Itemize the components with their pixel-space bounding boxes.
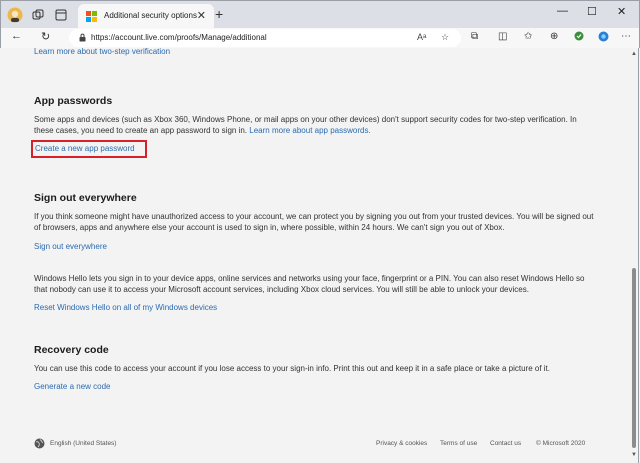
- app-passwords-heading: App passwords: [34, 95, 112, 107]
- language-selector[interactable]: English (United States): [50, 440, 116, 447]
- reset-windows-hello-link[interactable]: Reset Windows Hello on all of my Windows…: [34, 303, 217, 312]
- star-icon[interactable]: ☆: [441, 32, 449, 43]
- create-app-password-link[interactable]: Create a new app password: [35, 144, 135, 153]
- browser-toolbar: ← ↻ https://account.live.com/proofs/Mana…: [0, 28, 640, 48]
- workspaces-icon[interactable]: [30, 7, 46, 23]
- scrollbar-thumb[interactable]: [632, 268, 636, 448]
- url-text: https://account.live.com/proofs/Manage/a…: [91, 33, 267, 42]
- lock-icon: [78, 33, 87, 42]
- tab-actions-icon[interactable]: [53, 7, 69, 23]
- scroll-down-icon[interactable]: ▼: [631, 452, 637, 458]
- microsoft-logo-icon: [86, 11, 97, 22]
- learn-more-two-step-link[interactable]: Learn more about two-step verification: [34, 47, 170, 56]
- learn-more-app-passwords-link[interactable]: Learn more about app passwords.: [249, 126, 370, 135]
- tab-additional-security[interactable]: Additional security options ✕: [78, 4, 214, 29]
- page-content: [1, 48, 629, 463]
- new-tab-icon[interactable]: +: [215, 6, 223, 22]
- close-tab-icon[interactable]: ✕: [197, 9, 206, 22]
- refresh-icon[interactable]: ↻: [41, 30, 50, 43]
- sign-out-heading: Sign out everywhere: [34, 192, 137, 204]
- read-aloud-icon[interactable]: Aᵃ: [417, 32, 426, 42]
- copilot-icon[interactable]: [598, 31, 609, 45]
- collections-icon[interactable]: ⊕: [550, 31, 558, 42]
- globe-icon: [34, 438, 45, 449]
- profile-avatar-icon[interactable]: [7, 7, 23, 23]
- scroll-up-icon[interactable]: ▲: [631, 51, 637, 57]
- split-screen-icon[interactable]: ◫: [498, 31, 507, 42]
- generate-new-code-link[interactable]: Generate a new code: [34, 382, 111, 391]
- maximize-icon[interactable]: ☐: [587, 5, 597, 18]
- more-options-icon[interactable]: ⋯: [621, 31, 631, 42]
- puzzle-icon[interactable]: ⧉: [471, 31, 478, 42]
- contact-link[interactable]: Contact us: [490, 440, 521, 447]
- minimize-icon[interactable]: —: [557, 5, 568, 17]
- recovery-code-description: You can use this code to access your acc…: [34, 363, 594, 374]
- close-window-icon[interactable]: ✕: [617, 5, 626, 18]
- extension-icon[interactable]: [574, 31, 584, 44]
- address-bar[interactable]: https://account.live.com/proofs/Manage/a…: [69, 29, 461, 47]
- terms-link[interactable]: Terms of use: [440, 440, 477, 447]
- windows-hello-description: Windows Hello lets you sign in to your d…: [34, 273, 599, 295]
- browser-titlebar: Additional security options ✕ + — ☐ ✕: [0, 0, 640, 28]
- app-passwords-description: Some apps and devices (such as Xbox 360,…: [34, 114, 594, 136]
- sign-out-everywhere-link[interactable]: Sign out everywhere: [34, 242, 107, 251]
- favorites-icon[interactable]: ✩: [524, 31, 532, 42]
- tab-title: Additional security options: [104, 11, 197, 20]
- copyright-text: © Microsoft 2020: [536, 440, 585, 447]
- back-arrow-icon[interactable]: ←: [11, 30, 22, 42]
- privacy-link[interactable]: Privacy & cookies: [376, 440, 427, 447]
- sign-out-description: If you think someone might have unauthor…: [34, 211, 594, 233]
- recovery-code-heading: Recovery code: [34, 344, 109, 356]
